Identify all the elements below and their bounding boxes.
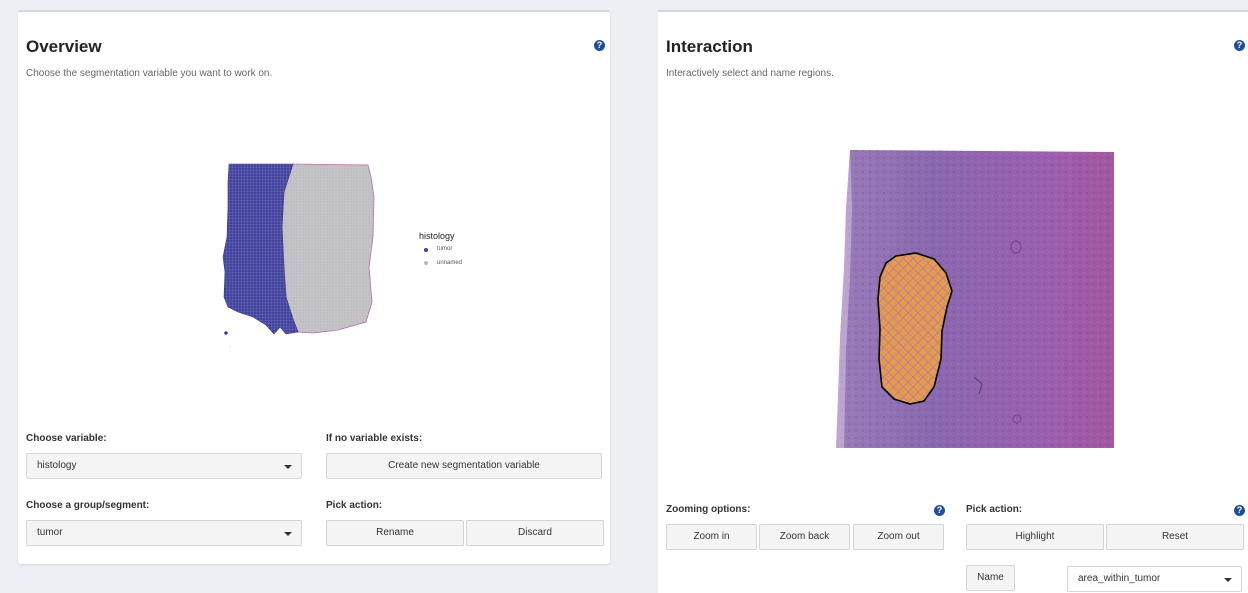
- variable-select[interactable]: histology: [26, 453, 302, 479]
- chevron-down-icon: [1224, 578, 1232, 582]
- choose-group-label: Choose a group/segment:: [26, 500, 150, 511]
- no-variable-label: If no variable exists:: [326, 433, 423, 444]
- question-circle-icon[interactable]: ?: [1234, 505, 1245, 516]
- interaction-title: Interaction: [666, 37, 753, 56]
- name-button[interactable]: Name: [966, 565, 1015, 591]
- group-select-value: tumor: [37, 527, 63, 538]
- legend-unnamed-label: unnamed: [437, 260, 463, 266]
- overview-title: Overview: [26, 37, 102, 56]
- interaction-subtitle: Interactively select and name regions.: [666, 68, 834, 79]
- chevron-down-icon: [284, 465, 292, 469]
- legend-title: histology: [419, 231, 455, 241]
- question-circle-icon[interactable]: ?: [934, 505, 945, 516]
- choose-variable-label: Choose variable:: [26, 433, 107, 444]
- discard-button[interactable]: Discard: [466, 520, 604, 546]
- create-segmentation-variable-button[interactable]: Create new segmentation variable: [326, 453, 602, 479]
- group-select[interactable]: tumor: [26, 520, 302, 546]
- highlight-button[interactable]: Highlight: [966, 524, 1104, 550]
- zoom-out-button[interactable]: Zoom out: [853, 524, 944, 550]
- name-select-value: area_within_tumor: [1078, 573, 1161, 584]
- question-circle-icon[interactable]: ?: [594, 40, 605, 51]
- name-select[interactable]: area_within_tumor: [1067, 566, 1242, 592]
- segmentation-plot: [222, 163, 375, 347]
- zoom-in-button[interactable]: Zoom in: [666, 524, 757, 550]
- overview-panel: Overview ? Choose the segmentation varia…: [18, 10, 610, 564]
- legend-tumor-label: tumor: [437, 246, 453, 252]
- overview-subtitle: Choose the segmentation variable you wan…: [26, 68, 273, 79]
- tissue-image[interactable]: [834, 149, 1114, 449]
- reset-button[interactable]: Reset: [1106, 524, 1244, 550]
- legend-unnamed-marker: [424, 261, 428, 265]
- rename-button[interactable]: Rename: [326, 520, 464, 546]
- pick-action-label: Pick action:: [966, 504, 1023, 515]
- legend-tumor-marker: [424, 248, 428, 252]
- zooming-options-label: Zooming options:: [666, 504, 751, 515]
- variable-select-value: histology: [37, 460, 77, 471]
- zoom-back-button[interactable]: Zoom back: [759, 524, 850, 550]
- chevron-down-icon: [284, 532, 292, 536]
- pick-action-label: Pick action:: [326, 500, 383, 511]
- interaction-panel: Interaction ? Interactively select and n…: [658, 10, 1248, 593]
- question-circle-icon[interactable]: ?: [1234, 40, 1245, 51]
